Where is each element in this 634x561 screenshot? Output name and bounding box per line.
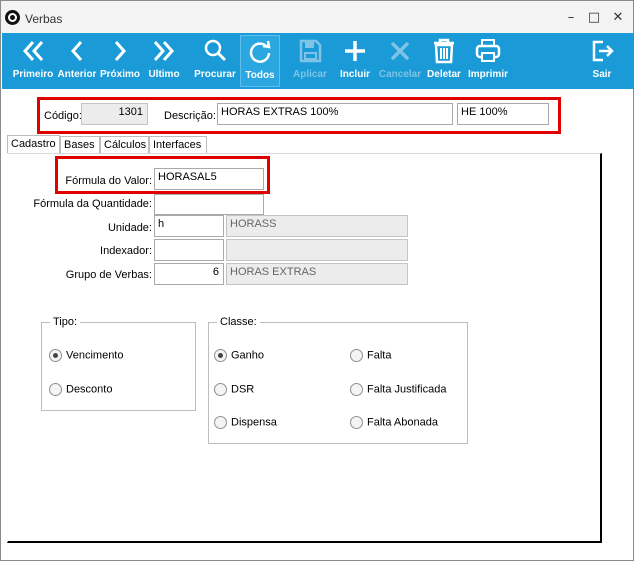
deletar-button[interactable]: Deletar (426, 35, 462, 87)
radio-checked-icon (214, 349, 227, 362)
aplicar-button[interactable]: Aplicar (292, 35, 328, 87)
x-icon (390, 41, 410, 61)
radio-unchecked-icon (214, 383, 227, 396)
radio-dsr[interactable]: DSR (214, 383, 254, 396)
minimize-button[interactable]: – (561, 9, 581, 27)
indexador-field[interactable] (154, 239, 224, 261)
indexador-label: Indexador: (100, 245, 152, 257)
chevron-left-icon (70, 41, 83, 61)
tab-bases[interactable]: Bases (60, 136, 100, 153)
codigo-label: Código: (44, 110, 82, 122)
window-title: Verbas (25, 12, 63, 26)
radio-falta-abonada[interactable]: Falta Abonada (350, 416, 438, 429)
radio-falta[interactable]: Falta (350, 349, 391, 362)
radio-unchecked-icon (49, 383, 62, 396)
sair-button[interactable]: Sair (587, 35, 617, 87)
todos-button[interactable]: Todos (240, 35, 280, 87)
abreviacao-field[interactable]: HE 100% (457, 103, 549, 125)
radio-unchecked-icon (350, 416, 363, 429)
toolbar: Primeiro Anterior Próximo Ultimo Procura… (2, 33, 634, 89)
tab-cadastro[interactable]: Cadastro (7, 135, 60, 154)
grupo-verbas-label: Grupo de Verbas: (65, 269, 152, 281)
codigo-field[interactable]: 1301 (81, 103, 148, 125)
tab-interfaces[interactable]: Interfaces (149, 136, 207, 153)
app-logo-icon (5, 10, 20, 25)
classe-title: Classe: (217, 316, 260, 328)
chevron-right-icon (114, 41, 127, 61)
imprimir-button[interactable]: Imprimir (467, 35, 509, 87)
incluir-button[interactable]: Incluir (338, 35, 372, 87)
printer-icon (475, 39, 501, 62)
tab-calculos[interactable]: Cálculos (100, 136, 149, 153)
unidade-desc-field: HORASS (226, 215, 408, 237)
radio-unchecked-icon (214, 416, 227, 429)
main-area: Código: 1301 Descrição: HORAS EXTRAS 100… (2, 91, 634, 561)
radio-unchecked-icon (350, 349, 363, 362)
tipo-title: Tipo: (50, 316, 81, 328)
primeiro-button[interactable]: Primeiro (12, 35, 54, 87)
radio-desconto[interactable]: Desconto (49, 383, 112, 396)
cancelar-button[interactable]: Cancelar (378, 35, 422, 87)
grupo-verbas-field[interactable]: 6 (154, 263, 224, 285)
proximo-button[interactable]: Próximo (100, 35, 140, 87)
verbas-window: Verbas – □ ✕ Primeiro Anterior Próximo U… (0, 0, 634, 561)
save-icon (299, 39, 322, 63)
unidade-label: Unidade: (107, 222, 152, 234)
tipo-group: Tipo: Vencimento Desconto (41, 316, 196, 411)
classe-group: Classe: Ganho DSR Dispensa Falta Falta J… (208, 316, 468, 444)
title-bar: Verbas – □ ✕ (1, 1, 633, 33)
indexador-desc-field (226, 239, 408, 261)
search-icon (204, 39, 227, 62)
radio-checked-icon (49, 349, 62, 362)
close-button[interactable]: ✕ (608, 9, 628, 27)
radio-ganho[interactable]: Ganho (214, 349, 264, 362)
refresh-icon (249, 40, 271, 63)
radio-unchecked-icon (350, 383, 363, 396)
maximize-button[interactable]: □ (584, 9, 604, 27)
exit-icon (592, 40, 614, 62)
radio-vencimento[interactable]: Vencimento (49, 349, 123, 362)
radio-falta-justificada[interactable]: Falta Justificada (350, 383, 446, 396)
grupo-verbas-desc-field: HORAS EXTRAS (226, 263, 408, 285)
formula-valor-field[interactable]: HORASAL5 (154, 168, 264, 190)
formula-quantidade-label: Fórmula da Quantidade: (33, 198, 152, 210)
radio-dispensa[interactable]: Dispensa (214, 416, 277, 429)
formula-quantidade-field[interactable] (154, 194, 264, 215)
plus-icon (345, 41, 365, 61)
formula-valor-label: Fórmula do Valor: (65, 175, 152, 187)
unidade-field[interactable]: h (154, 215, 224, 237)
double-chevron-left-icon (22, 41, 44, 61)
double-chevron-right-icon (153, 41, 175, 61)
trash-icon (434, 38, 454, 64)
anterior-button[interactable]: Anterior (57, 35, 97, 87)
procurar-button[interactable]: Procurar (194, 35, 236, 87)
descricao-label: Descrição: (164, 110, 216, 122)
ultimo-button[interactable]: Ultimo (146, 35, 182, 87)
descricao-field[interactable]: HORAS EXTRAS 100% (217, 103, 453, 125)
